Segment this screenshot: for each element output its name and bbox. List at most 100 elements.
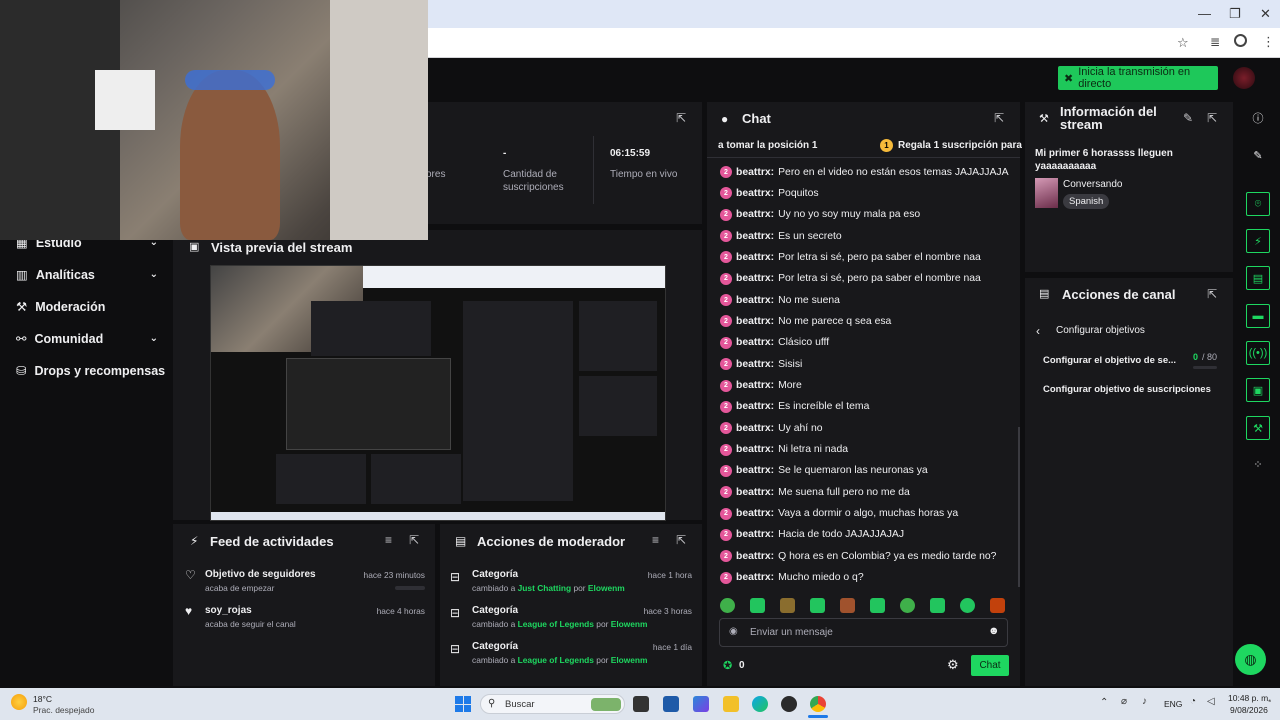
emote-icon[interactable] bbox=[720, 598, 735, 613]
file-explorer-icon[interactable] bbox=[723, 696, 739, 712]
mod-item-moderator[interactable]: Elowenm bbox=[611, 655, 648, 665]
mod-item-moderator[interactable]: Elowenm bbox=[611, 619, 648, 629]
emoji-picker-icon[interactable]: ☻ bbox=[988, 625, 1000, 637]
category-box-art[interactable] bbox=[1035, 178, 1058, 208]
back-chevron-icon[interactable]: ‹ bbox=[1036, 324, 1040, 338]
popout-icon[interactable]: ⇱ bbox=[676, 533, 686, 547]
chat-username[interactable]: beattrx: bbox=[736, 529, 774, 540]
weather-desc[interactable]: Prac. despejado bbox=[33, 705, 94, 715]
goal-followers-button[interactable]: Configurar el objetivo de se... bbox=[1043, 355, 1176, 366]
emote-icon[interactable] bbox=[990, 598, 1005, 613]
mod-item-category[interactable]: League of Legends bbox=[518, 619, 594, 629]
wifi-icon[interactable]: ◔ bbox=[1190, 696, 1196, 707]
chat-username[interactable]: beattrx: bbox=[736, 167, 774, 178]
sidebar-item-comunidad[interactable]: ⚯ Comunidad ⌄ bbox=[16, 331, 158, 347]
network-icon[interactable]: ⌀ bbox=[1121, 696, 1127, 707]
notification-bell-icon[interactable]: ◦ bbox=[1268, 696, 1272, 707]
chat-message[interactable]: 2 beattrx: More bbox=[720, 379, 802, 392]
chat-username[interactable]: beattrx: bbox=[736, 465, 774, 476]
microphone-icon[interactable]: ♪ bbox=[1142, 696, 1147, 707]
channel-points-icon[interactable]: ✪ bbox=[723, 659, 732, 672]
chat-username[interactable]: beattrx: bbox=[736, 444, 774, 455]
chat-username[interactable]: beattrx: bbox=[736, 508, 774, 519]
weather-sun-icon[interactable] bbox=[11, 694, 27, 710]
category-name[interactable]: Conversando bbox=[1063, 179, 1122, 190]
bolt-icon[interactable]: ⚡ bbox=[1246, 229, 1270, 253]
extensions-icon[interactable]: ⁘ bbox=[1246, 452, 1270, 476]
edit-pencil-icon[interactable]: ✎ bbox=[1183, 111, 1193, 125]
emote-icon[interactable] bbox=[930, 598, 945, 613]
chrome-icon[interactable] bbox=[810, 696, 826, 712]
popout-icon[interactable]: ⇱ bbox=[676, 111, 686, 125]
clock-date[interactable]: 9/08/2026 bbox=[1230, 705, 1268, 715]
chat-settings-gear-icon[interactable]: ⚙ bbox=[947, 657, 959, 673]
subscriber-badge-icon[interactable]: 2 bbox=[720, 230, 732, 243]
close-window-button[interactable]: ✕ bbox=[1260, 6, 1271, 22]
chat-message[interactable]: 2 beattrx: Clásico ufff bbox=[720, 336, 829, 349]
profile-icon[interactable] bbox=[1234, 34, 1247, 47]
chat-message[interactable]: 2 beattrx: Es un secreto bbox=[720, 230, 842, 243]
volume-icon[interactable]: ◁ bbox=[1207, 696, 1215, 707]
windows-start-icon[interactable] bbox=[455, 696, 471, 712]
copilot-icon[interactable] bbox=[693, 696, 709, 712]
chat-message[interactable]: 2 beattrx: Q hora es en Colombia? ya es me… bbox=[720, 550, 996, 563]
queue-icon[interactable]: ▣ bbox=[1246, 378, 1270, 402]
chat-message[interactable]: 2 beattrx: Me suena full pero no me da bbox=[720, 486, 910, 499]
chat-username[interactable]: beattrx: bbox=[736, 359, 774, 370]
emote-icon[interactable] bbox=[960, 598, 975, 613]
chat-message[interactable]: 2 beattrx: Uy ahí no bbox=[720, 422, 823, 435]
language-tag[interactable]: Spanish bbox=[1063, 194, 1110, 209]
chat-username[interactable]: beattrx: bbox=[736, 337, 774, 348]
chat-message[interactable]: 2 beattrx: Por letra si sé, pero pa saber … bbox=[720, 251, 981, 264]
chat-username[interactable]: beattrx: bbox=[736, 423, 774, 434]
emote-icon[interactable] bbox=[750, 598, 765, 613]
browser-menu-icon[interactable]: ⋮ bbox=[1262, 34, 1275, 50]
subscriber-badge-icon[interactable]: 2 bbox=[720, 400, 732, 413]
chat-input[interactable]: ◉ Enviar un mensaje ☻ bbox=[719, 618, 1008, 647]
avatar[interactable] bbox=[1233, 67, 1255, 89]
popout-icon[interactable]: ⇱ bbox=[409, 533, 419, 547]
tools-icon[interactable]: ⚒ bbox=[1246, 416, 1270, 440]
list-item[interactable]: ♡ Objetivo de seguidores acaba de empeza… bbox=[185, 568, 425, 598]
chat-username[interactable]: beattrx: bbox=[736, 380, 774, 391]
subscriber-badge-icon[interactable]: 2 bbox=[720, 550, 732, 563]
info-icon[interactable]: ⓘ bbox=[1246, 106, 1270, 130]
mod-item-category[interactable]: League of Legends bbox=[518, 655, 594, 665]
configure-goals-label[interactable]: Configurar objetivos bbox=[1056, 325, 1145, 336]
clock-time[interactable]: 10:48 p. m. bbox=[1228, 693, 1271, 703]
subscriber-badge-icon[interactable]: 2 bbox=[720, 315, 732, 328]
camera-icon[interactable]: ⌾ bbox=[1246, 192, 1270, 216]
chat-username[interactable]: beattrx: bbox=[736, 273, 774, 284]
stream-preview-video[interactable] bbox=[210, 265, 666, 521]
maximize-button[interactable]: ❐ bbox=[1229, 6, 1241, 22]
list-item[interactable]: ⊟ Categoría cambiado a League of Legends… bbox=[450, 640, 692, 670]
media-queue-icon[interactable]: ≣ bbox=[1210, 35, 1220, 49]
chat-message[interactable]: 2 beattrx: Hacia de todo JAJAJJAJAJ bbox=[720, 528, 904, 541]
chat-message[interactable]: 2 beattrx: Se le quemaron las neuronas ya bbox=[720, 464, 928, 477]
list-item[interactable]: ♥ soy_rojas acaba de seguir el canal hac… bbox=[185, 604, 425, 634]
subscriber-badge-icon[interactable]: 2 bbox=[720, 187, 732, 200]
chat-username[interactable]: beattrx: bbox=[736, 572, 774, 583]
chat-username[interactable]: beattrx: bbox=[736, 209, 774, 220]
chat-message[interactable]: 2 beattrx: No me parece q sea esa bbox=[720, 315, 891, 328]
pencil-icon[interactable]: ✎ bbox=[1246, 143, 1270, 167]
subscriber-badge-icon[interactable]: 2 bbox=[720, 464, 732, 477]
edge-browser-icon[interactable] bbox=[752, 696, 768, 712]
go-live-button[interactable]: ✖ Inicia la transmisión en directo bbox=[1058, 66, 1218, 90]
input-language[interactable]: ENG bbox=[1164, 699, 1182, 709]
obs-icon[interactable] bbox=[781, 696, 797, 712]
subscriber-badge-icon[interactable]: 2 bbox=[720, 272, 732, 285]
chat-username[interactable]: beattrx: bbox=[736, 252, 774, 263]
chat-message[interactable]: 2 beattrx: Por letra si sé, pero pa saber … bbox=[720, 272, 981, 285]
mod-item-category[interactable]: Just Chatting bbox=[518, 583, 572, 593]
chat-message[interactable]: 2 beattrx: Mucho miedo o q? bbox=[720, 571, 864, 584]
chat-username[interactable]: beattrx: bbox=[736, 487, 774, 498]
subscriber-badge-icon[interactable]: 2 bbox=[720, 379, 732, 392]
chat-message[interactable]: 2 beattrx: Pero en el video no están esos … bbox=[720, 166, 1009, 178]
emote-icon[interactable] bbox=[900, 598, 915, 613]
notes-icon[interactable]: ▤ bbox=[1246, 266, 1270, 290]
chat-message[interactable]: 2 beattrx: Sisisi bbox=[720, 358, 802, 371]
store-icon[interactable] bbox=[663, 696, 679, 712]
sidebar-item-analiticas[interactable]: ▥ Analíticas ⌄ bbox=[16, 267, 158, 283]
list-item[interactable]: ⊟ Categoría cambiado a League of Legends… bbox=[450, 604, 692, 634]
